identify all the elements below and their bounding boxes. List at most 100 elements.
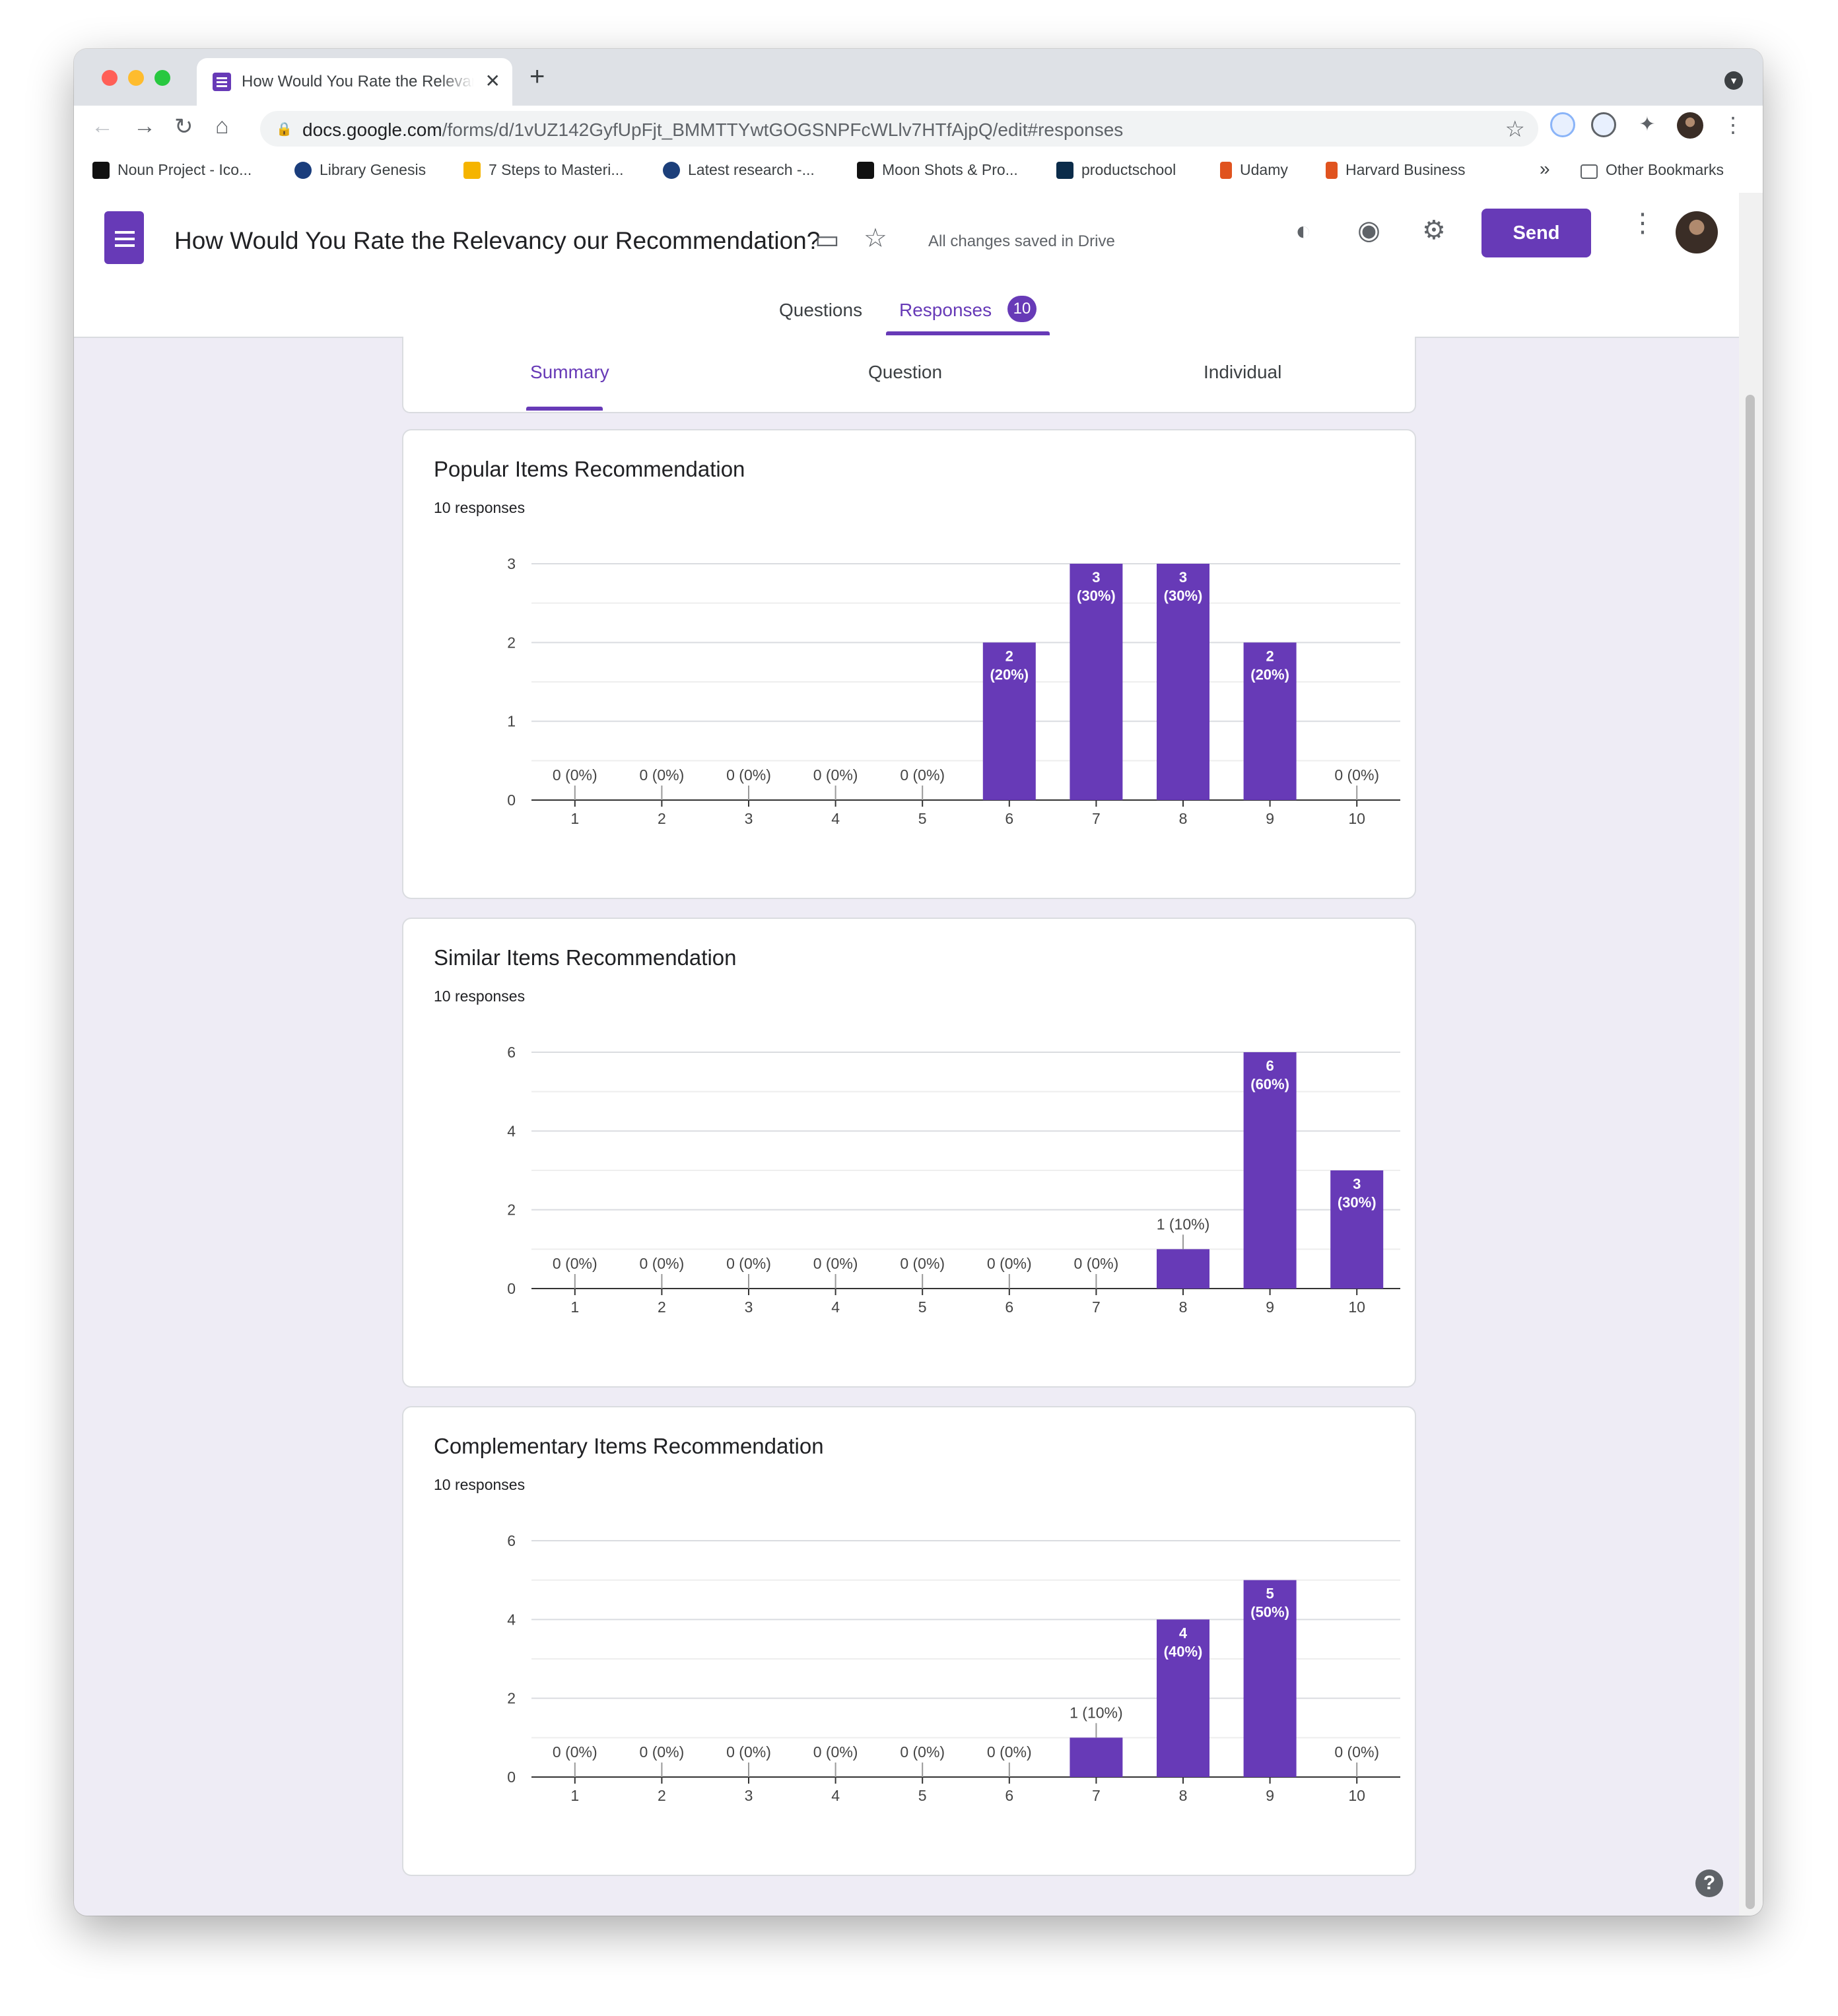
x-tick-label: 5 xyxy=(918,1787,927,1804)
profile-avatar[interactable] xyxy=(1677,112,1703,139)
forward-icon[interactable]: → xyxy=(133,114,156,139)
browser-window: How Would You Rate the Relevancy our Rec… xyxy=(74,49,1763,1916)
bar-data-label: 0 (0%) xyxy=(1334,1743,1379,1761)
bookmark[interactable]: Noun Project - Ico... xyxy=(92,161,252,181)
y-tick-label: 1 xyxy=(507,713,516,730)
subtab-summary[interactable]: Summary xyxy=(530,362,609,383)
bar-percent-label: (30%) xyxy=(1164,588,1203,604)
tab-questions[interactable]: Questions xyxy=(779,300,862,321)
bookmark[interactable]: Library Genesis xyxy=(294,161,426,181)
bookmark[interactable]: Harvard Business xyxy=(1326,161,1466,181)
subtab-question[interactable]: Question xyxy=(868,362,942,383)
bookmark-favicon-icon xyxy=(92,162,110,179)
forms-header: How Would You Rate the Relevancy our Rec… xyxy=(74,193,1739,338)
y-tick-label: 2 xyxy=(507,1690,516,1707)
bookmark[interactable]: productschool xyxy=(1056,161,1176,181)
account-avatar[interactable] xyxy=(1676,211,1718,253)
y-tick-label: 0 xyxy=(507,791,516,809)
bookmark[interactable]: Udamy xyxy=(1220,161,1288,181)
bar-data-label: 0 (0%) xyxy=(726,766,771,784)
minimize-window-button[interactable] xyxy=(128,70,144,86)
scrollbar-thumb[interactable] xyxy=(1746,395,1755,1909)
active-subtab-indicator xyxy=(526,407,603,411)
bar xyxy=(1157,1249,1209,1289)
scrollbar[interactable] xyxy=(1739,193,1763,1916)
tab-strip: How Would You Rate the Relevancy our Rec… xyxy=(74,49,1763,106)
extension-icon[interactable] xyxy=(1591,112,1616,137)
bar-chart: 0 2 4 6 1 0 (0%) 2 0 (0%) 3 0 (0%) 4 0 (0%) 5 0 (0%) 6… xyxy=(507,1532,1400,1804)
x-tick-label: 6 xyxy=(1005,810,1013,827)
bar-data-label: 1 (10%) xyxy=(1070,1704,1123,1721)
x-tick-label: 4 xyxy=(831,1298,840,1316)
bar xyxy=(1070,1737,1123,1777)
palette-icon[interactable]: ◐ xyxy=(1295,217,1311,246)
bar-data-label: 0 (0%) xyxy=(900,1743,945,1761)
close-tab-icon[interactable]: ✕ xyxy=(485,70,500,92)
bar-data-label: 0 (0%) xyxy=(813,1743,858,1761)
puzzle-icon[interactable]: ✦ xyxy=(1635,112,1660,137)
close-window-button[interactable] xyxy=(102,70,118,86)
x-tick-label: 2 xyxy=(658,1787,666,1804)
star-icon[interactable]: ☆ xyxy=(864,223,887,253)
bookmark-favicon-icon xyxy=(463,162,481,179)
y-tick-label: 0 xyxy=(507,1768,516,1786)
tab-search-icon[interactable]: ▼ xyxy=(1724,71,1743,90)
help-icon[interactable]: ? xyxy=(1695,1869,1723,1897)
browser-toolbar: ← → ↻ ⌂ 🔒 docs.google.com/forms/d/1vUZ14… xyxy=(74,106,1763,149)
x-tick-label: 4 xyxy=(831,810,840,827)
bookmark-favicon-icon xyxy=(1326,162,1338,179)
address-bar[interactable]: 🔒 docs.google.com/forms/d/1vUZ142GyfUpFj… xyxy=(260,111,1538,147)
bar-data-label: 0 (0%) xyxy=(987,1743,1032,1761)
folder-icon[interactable]: ▭ xyxy=(815,224,840,255)
bar-value-label: 6 xyxy=(1266,1058,1274,1074)
y-tick-label: 0 xyxy=(507,1280,516,1297)
y-tick-label: 2 xyxy=(507,1201,516,1219)
subtab-individual[interactable]: Individual xyxy=(1204,362,1281,383)
back-icon[interactable]: ← xyxy=(91,114,114,139)
send-button[interactable]: Send xyxy=(1481,209,1591,257)
bar-data-label: 0 (0%) xyxy=(987,1255,1032,1272)
browser-tab[interactable]: How Would You Rate the Relevancy our Rec… xyxy=(197,58,512,106)
more-options-icon[interactable]: ⋮ xyxy=(1629,210,1656,236)
x-tick-label: 6 xyxy=(1005,1298,1013,1316)
y-tick-label: 4 xyxy=(507,1122,516,1139)
bookmarks-overflow-icon[interactable]: » xyxy=(1540,158,1550,179)
bar-data-label: 0 (0%) xyxy=(1334,766,1379,784)
settings-gear-icon[interactable]: ⚙ xyxy=(1422,215,1446,246)
x-tick-label: 3 xyxy=(745,810,753,827)
zoom-window-button[interactable] xyxy=(154,70,170,86)
forms-favicon-icon xyxy=(213,73,231,91)
browser-menu-icon[interactable]: ⋮ xyxy=(1720,112,1746,137)
bar-percent-label: (20%) xyxy=(1250,666,1289,683)
bookmark-favicon-icon xyxy=(294,162,312,179)
bar-percent-label: (20%) xyxy=(990,666,1029,683)
tab-title: How Would You Rate the Relevancy our Rec… xyxy=(242,73,474,90)
reload-icon[interactable]: ↻ xyxy=(174,114,193,140)
tab-responses[interactable]: Responses xyxy=(899,300,992,321)
x-tick-label: 6 xyxy=(1005,1787,1013,1804)
bar-data-label: 0 (0%) xyxy=(553,1255,597,1272)
other-bookmarks[interactable]: Other Bookmarks xyxy=(1581,161,1724,181)
preview-eye-icon[interactable]: ◉ xyxy=(1357,215,1380,246)
google-forms-logo-icon[interactable] xyxy=(104,211,144,264)
x-tick-label: 8 xyxy=(1179,1787,1188,1804)
bar-percent-label: (40%) xyxy=(1164,1643,1203,1660)
plus-icon[interactable]: + xyxy=(529,62,545,92)
form-title[interactable]: How Would You Rate the Relevancy our Rec… xyxy=(174,227,820,255)
bookmark[interactable]: 7 Steps to Masteri... xyxy=(463,161,624,181)
bar-value-label: 3 xyxy=(1092,569,1100,586)
bar-percent-label: (50%) xyxy=(1250,1604,1289,1621)
bar-data-label: 0 (0%) xyxy=(726,1255,771,1272)
bookmark-star-icon[interactable]: ☆ xyxy=(1505,116,1525,143)
x-tick-label: 9 xyxy=(1266,810,1274,827)
x-tick-label: 3 xyxy=(745,1298,753,1316)
bar-data-label: 0 (0%) xyxy=(900,766,945,784)
bookmark[interactable]: Moon Shots & Pro... xyxy=(857,161,1018,181)
x-tick-label: 2 xyxy=(658,810,666,827)
x-tick-label: 7 xyxy=(1092,1298,1101,1316)
home-icon[interactable]: ⌂ xyxy=(215,114,229,139)
y-tick-label: 4 xyxy=(507,1611,516,1628)
extension-icon[interactable] xyxy=(1550,112,1575,137)
bookmark[interactable]: Latest research -... xyxy=(663,161,815,181)
x-tick-label: 10 xyxy=(1348,1787,1365,1804)
